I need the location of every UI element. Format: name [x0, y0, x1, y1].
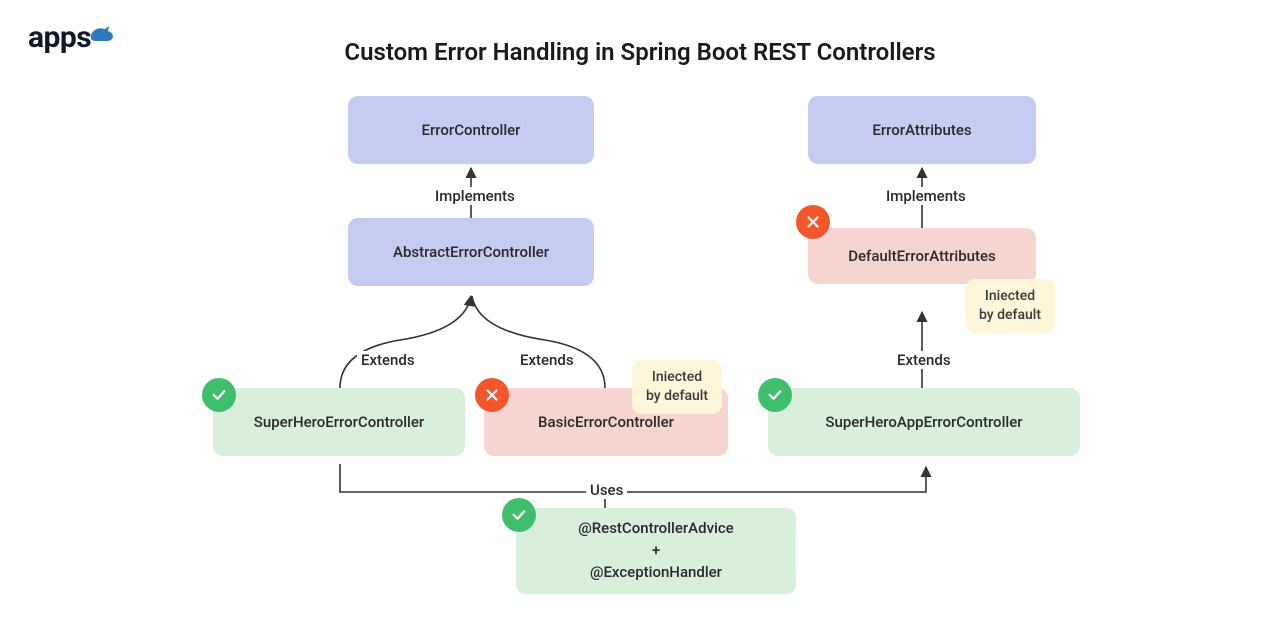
label-uses: Uses	[586, 481, 627, 499]
box-label: DefaultErrorAttributes	[848, 247, 996, 265]
box-superhero-app-error-controller: SuperHeroAppErrorController	[768, 388, 1080, 456]
box-abstract-error-controller: AbstractErrorController	[348, 218, 594, 286]
box-label: BasicErrorController	[538, 413, 674, 431]
box-label: SuperHeroAppErrorController	[825, 413, 1022, 431]
check-icon	[502, 498, 536, 532]
check-icon	[758, 378, 792, 412]
box-label: SuperHeroErrorController	[254, 413, 424, 431]
note-injected-1: Iniected by default	[632, 360, 722, 414]
page-title: Custom Error Handling in Spring Boot RES…	[0, 38, 1280, 66]
label-extends-2: Extends	[516, 351, 578, 369]
label-extends-1: Extends	[357, 351, 419, 369]
cross-icon	[475, 378, 509, 412]
box-superhero-error-controller: SuperHeroErrorController	[213, 388, 465, 456]
box-label: ErrorController	[422, 121, 521, 139]
label-extends-3: Extends	[893, 351, 955, 369]
label-implements-1: Implements	[431, 187, 519, 205]
box-default-error-attributes: DefaultErrorAttributes	[808, 228, 1036, 284]
label-implements-2: Implements	[882, 187, 970, 205]
box-error-controller: ErrorController	[348, 96, 594, 164]
rhino-icon	[89, 17, 115, 37]
box-label: @RestControllerAdvice + @ExceptionHandle…	[578, 518, 733, 583]
check-icon	[202, 378, 236, 412]
box-label: ErrorAttributes	[872, 121, 971, 139]
note-injected-2: Iniected by default	[965, 279, 1055, 333]
cross-icon	[796, 205, 830, 239]
box-error-attributes: ErrorAttributes	[808, 96, 1036, 164]
box-rest-controller-advice: @RestControllerAdvice + @ExceptionHandle…	[516, 508, 796, 594]
box-label: AbstractErrorController	[393, 243, 549, 261]
